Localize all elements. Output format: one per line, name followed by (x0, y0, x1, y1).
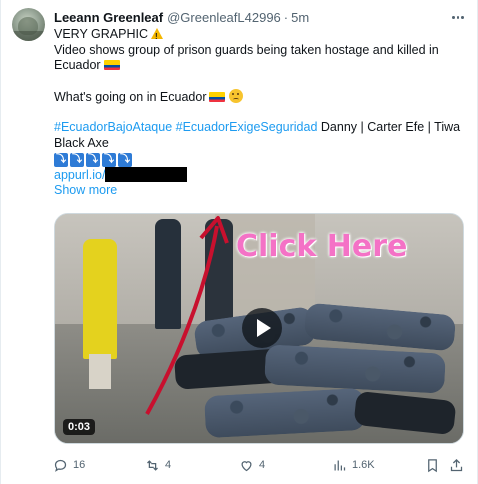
reply-count: 16 (73, 459, 86, 471)
warning-text: VERY GRAPHIC (54, 27, 149, 41)
reply-icon (54, 459, 67, 472)
ecuador-text: Ecuador (54, 58, 101, 73)
arrow-emoji-row: ⤵ ⤵ ⤵ ⤵ ⤵ (54, 152, 464, 167)
like-icon (241, 460, 252, 471)
text-line-4: What's going on in Ecuador (54, 88, 464, 106)
redaction-bar (105, 166, 188, 182)
tweet-actions: 16 4 4 1.6K (49, 455, 469, 475)
views-count: 1.6K (352, 459, 375, 471)
arrow-down-icon: ⤵ (86, 152, 100, 167)
trend-text-line-2: Black Axe (54, 135, 109, 150)
repost-button[interactable]: 4 (145, 455, 171, 475)
hashtag-ecuador-bajo-ataque[interactable]: #EcuadorBajoAtaque (54, 120, 172, 134)
text-line-1: VERY GRAPHIC (54, 27, 464, 45)
video-player[interactable]: Click Here 0:03 (54, 213, 464, 444)
share-button[interactable] (449, 455, 464, 475)
trend-text: Danny | Carter Efe | Tiwa (317, 120, 461, 135)
arrow-down-icon: ⤵ (54, 152, 68, 167)
question-text: What's going on in Ecuador (54, 89, 207, 104)
avatar-ground-shape (12, 31, 45, 41)
repost-count: 4 (165, 459, 172, 471)
hashtag-line: #EcuadorBajoAtaque #EcuadorExigeSegurida… (54, 120, 464, 136)
tweet-header: Leeann Greenleaf @GreenleafL42996 · 5m (54, 8, 309, 26)
arrow-down-icon: ⤵ (118, 152, 132, 167)
arrow-down-icon: ⤵ (70, 152, 84, 167)
share-icon (450, 458, 463, 471)
reply-button[interactable]: 16 (53, 455, 85, 475)
video-figures-on-floor (165, 302, 463, 443)
arrow-down-icon: ⤵ (102, 152, 116, 167)
bookmark-icon (428, 458, 437, 472)
play-icon[interactable] (242, 308, 282, 348)
views-button[interactable]: 1.6K (332, 455, 375, 475)
timestamp[interactable]: 5m (291, 10, 309, 25)
click-here-overlay[interactable]: Click Here (236, 229, 407, 264)
tweet[interactable]: Leeann Greenleaf @GreenleafL42996 · 5m V… (0, 0, 478, 484)
video-figure-yellow (83, 239, 117, 359)
text-line-3: Ecuador (54, 58, 464, 74)
hashtag-ecuador-exige-seguridad[interactable]: #EcuadorExigeSeguridad (176, 120, 318, 134)
author-name[interactable]: Leeann Greenleaf (54, 10, 163, 25)
bookmark-button[interactable] (425, 455, 440, 475)
separator-dot: · (283, 9, 289, 25)
warning-icon (151, 28, 164, 45)
video-figure-legs (89, 354, 111, 389)
like-count: 4 (259, 459, 266, 471)
repost-icon (147, 459, 158, 471)
text-line-2: Video shows group of prison guards being… (54, 42, 439, 57)
author-handle[interactable]: @GreenleafL42996 (167, 10, 281, 25)
avatar[interactable] (12, 8, 45, 41)
ecuador-flag-icon (209, 91, 226, 102)
external-link[interactable]: appurl.io/ (54, 168, 105, 182)
views-icon (334, 460, 346, 470)
video-duration: 0:03 (63, 419, 96, 435)
link-line: appurl.io/ (54, 166, 464, 184)
like-button[interactable]: 4 (239, 455, 265, 475)
tweet-body: VERY GRAPHIC Video shows group of prison… (54, 27, 464, 199)
ecuador-flag-icon (103, 60, 120, 71)
more-icon[interactable] (451, 10, 465, 24)
confused-face-icon (229, 88, 244, 103)
show-more-link[interactable]: Show more (54, 183, 464, 199)
